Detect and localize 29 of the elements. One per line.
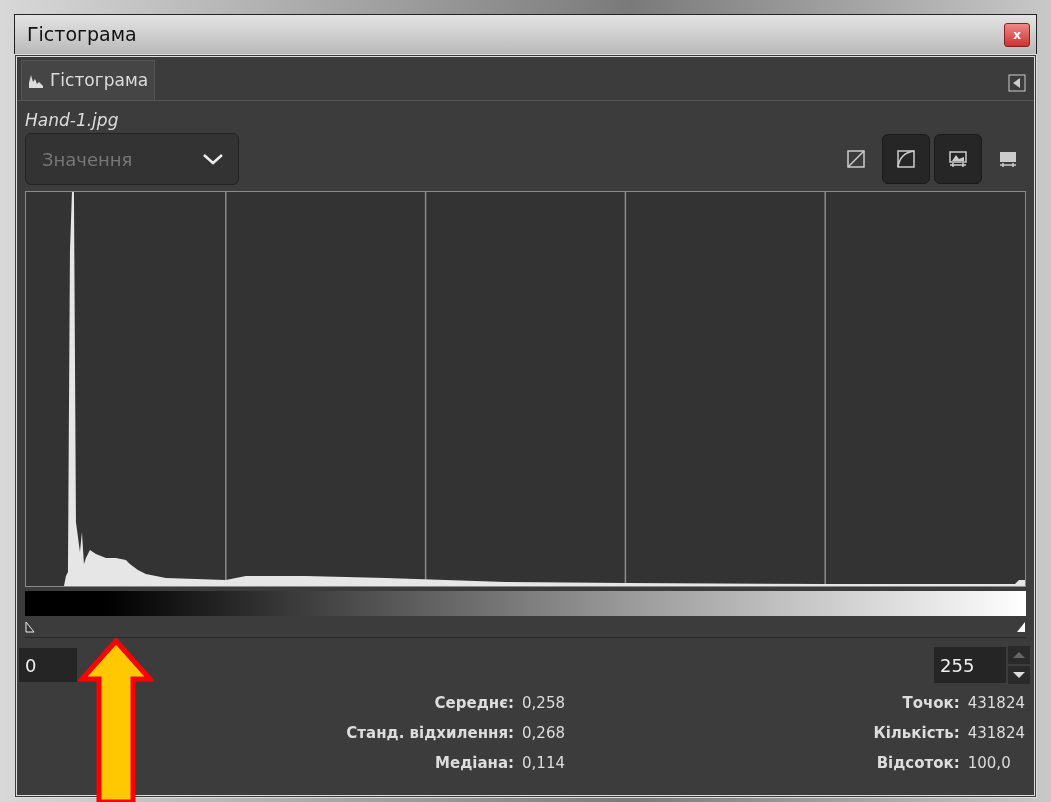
- log-scale-icon: [896, 149, 916, 169]
- stat-value: 0,268: [522, 723, 565, 744]
- stat-label: Медіана:: [434, 753, 515, 774]
- histogram-full-icon: [998, 149, 1018, 169]
- panel-menu-icon[interactable]: [1008, 74, 1026, 92]
- window-title: Гістограма: [27, 22, 137, 48]
- histogram-range-icon: [948, 149, 968, 169]
- stat-value: 100,0: [967, 753, 1012, 774]
- stat-value: 0,258: [522, 693, 565, 714]
- view-toggle-button[interactable]: [934, 134, 982, 184]
- stat-label: Середнє:: [433, 693, 515, 714]
- stat-label: Точок:: [901, 693, 960, 714]
- view-toggle-button[interactable]: [882, 134, 930, 184]
- chevron-down-icon: [202, 153, 224, 165]
- image-name: Hand-1.jpg: [25, 109, 120, 131]
- stat-value: 431824: [967, 693, 1025, 714]
- stat-label: Відсоток:: [875, 753, 960, 774]
- decrement-icon[interactable]: [1008, 666, 1030, 684]
- linear-scale-icon: [846, 149, 866, 169]
- stat-value: 431824: [967, 723, 1025, 744]
- high-input-field[interactable]: 255: [934, 647, 1006, 683]
- close-button[interactable]: x: [1004, 22, 1030, 47]
- stat-label: Станд. відхилення:: [346, 723, 515, 744]
- panel-tab[interactable]: Гістограма: [21, 60, 156, 100]
- high-handle-icon[interactable]: [1016, 620, 1026, 633]
- low-handle-icon[interactable]: [25, 620, 35, 633]
- stat-value: 0,114: [522, 753, 565, 774]
- stat-label: Кількість:: [873, 723, 960, 744]
- low-input-field[interactable]: 0: [19, 648, 77, 682]
